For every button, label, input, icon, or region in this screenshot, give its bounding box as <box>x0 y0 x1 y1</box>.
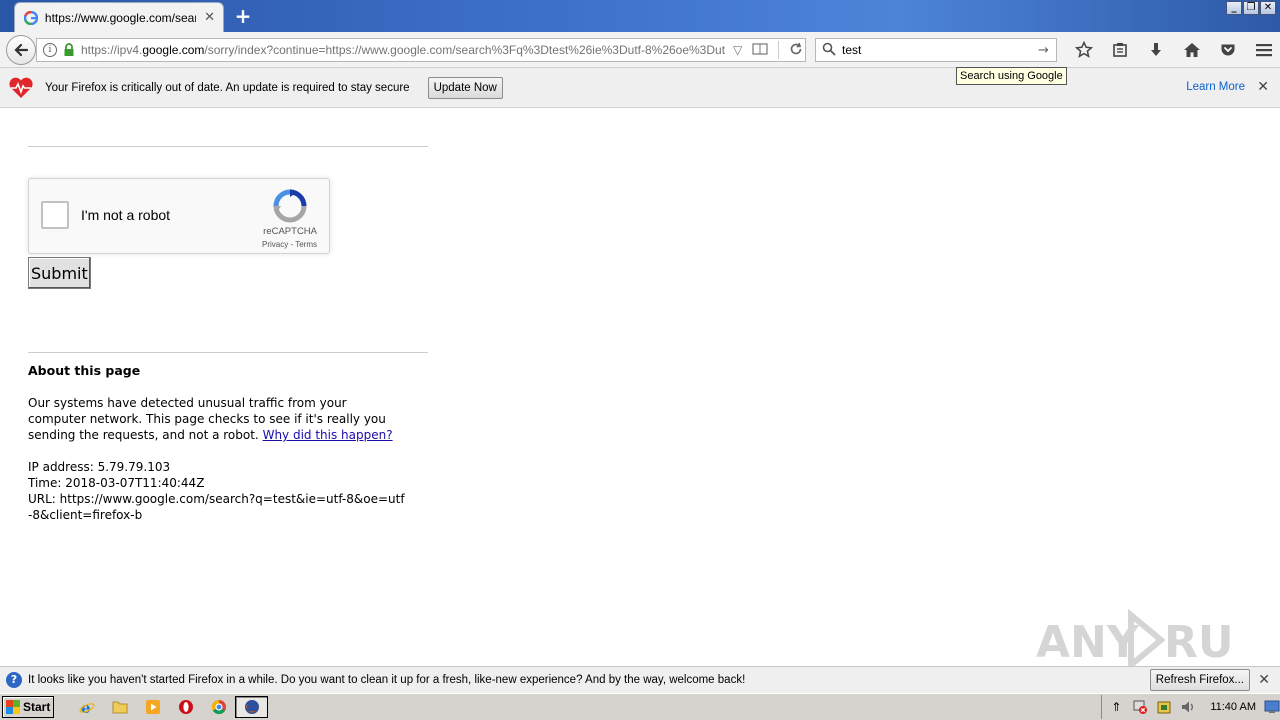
network-warning-icon[interactable] <box>1132 699 1148 715</box>
start-label: Start <box>23 700 51 714</box>
restore-icon[interactable]: ❐ <box>1243 1 1259 15</box>
request-time: Time: 2018-03-07T11:40:44Z <box>28 476 205 490</box>
folder-icon[interactable] <box>103 696 136 718</box>
url-domain: google.com <box>142 43 205 57</box>
recaptcha-checkbox[interactable] <box>41 201 69 229</box>
update-notification-bar: Your Firefox is critically out of date. … <box>0 68 1280 108</box>
learn-more-link[interactable]: Learn More <box>1186 81 1245 93</box>
system-tray: ⇑ 11:40 AM <box>1101 695 1280 719</box>
refresh-firefox-button[interactable]: Refresh Firefox... <box>1149 669 1250 691</box>
security-tray-icon[interactable] <box>1156 699 1172 715</box>
recaptcha-label: I'm not a robot <box>81 207 171 223</box>
back-arrow-icon <box>14 43 29 57</box>
url-prefix: https://ipv4. <box>81 43 143 57</box>
request-details: IP address: 5.79.79.103 Time: 2018-03-07… <box>28 459 408 523</box>
downloads-icon[interactable] <box>1138 38 1174 62</box>
volume-icon[interactable] <box>1180 699 1196 715</box>
lock-icon <box>63 43 75 57</box>
back-button[interactable] <box>6 35 36 65</box>
search-input[interactable] <box>842 43 1032 57</box>
tab-close-icon[interactable]: ✕ <box>204 10 215 25</box>
pocket-icon[interactable] <box>1210 38 1246 62</box>
divider <box>28 352 428 353</box>
minimize-icon[interactable]: _ <box>1226 1 1242 15</box>
start-button[interactable]: Start <box>2 696 54 718</box>
browser-tab[interactable]: https://www.google.com/search?q=test ✕ <box>14 2 224 32</box>
firefox-icon[interactable] <box>235 696 268 718</box>
google-favicon-icon <box>23 10 39 26</box>
search-bar[interactable]: → <box>815 38 1057 62</box>
url-text[interactable]: https://ipv4.google.com/sorry/index?cont… <box>81 43 725 57</box>
reader-view-icon[interactable] <box>752 42 768 58</box>
bookmarks-menu-icon[interactable] <box>1102 38 1138 62</box>
opera-icon[interactable] <box>169 696 202 718</box>
window-controls: _ ❐ ✕ <box>1226 1 1276 15</box>
refresh-infobar: ? It looks like you haven't started Fire… <box>0 666 1280 693</box>
windows-logo-icon <box>6 700 20 714</box>
submit-button[interactable]: Submit <box>28 257 91 289</box>
ie-icon[interactable]: e <box>70 696 103 718</box>
about-title: About this page <box>28 363 141 378</box>
tab-title: https://www.google.com/search?q=test <box>44 10 197 25</box>
request-url: URL: https://www.google.com/search?q=tes… <box>28 492 405 522</box>
update-message: Your Firefox is critically out of date. … <box>45 81 410 94</box>
page-content: I'm not a robot reCAPTCHA Privacy - Term… <box>0 109 1280 672</box>
close-icon[interactable]: ✕ <box>1257 79 1269 95</box>
ip-address: IP address: 5.79.79.103 <box>28 460 171 474</box>
about-text: Our systems have detected unusual traffi… <box>28 395 408 443</box>
taskbar-clock: 11:40 AM <box>1210 701 1256 713</box>
update-now-button[interactable]: Update Now <box>427 76 503 99</box>
recaptcha-terms-link[interactable]: Privacy - Terms <box>262 240 317 249</box>
show-desktop-icon[interactable] <box>1264 699 1280 715</box>
title-bar: https://www.google.com/search?q=test ✕ +… <box>0 0 1280 32</box>
search-icon <box>822 42 836 59</box>
media-player-icon[interactable] <box>136 696 169 718</box>
taskbar: Start e ⇑ 11:40 AM <box>0 693 1280 720</box>
chrome-icon[interactable] <box>202 696 235 718</box>
bookmark-star-icon[interactable] <box>1066 38 1102 62</box>
divider <box>28 146 428 147</box>
reload-icon[interactable] <box>789 42 803 59</box>
recaptcha-widget: I'm not a robot reCAPTCHA Privacy - Term… <box>28 178 330 254</box>
anyrun-watermark-logo: ANY RUN <box>1036 608 1236 672</box>
url-bar[interactable]: i https://ipv4.google.com/sorry/index?co… <box>36 38 806 62</box>
close-window-icon[interactable]: ✕ <box>1260 1 1276 15</box>
question-icon: ? <box>6 672 22 688</box>
dropdown-arrow-icon[interactable]: ▽ <box>733 43 742 57</box>
site-info-icon[interactable]: i <box>43 43 57 57</box>
url-suffix: /sorry/index?continue=https://www.google… <box>204 43 725 57</box>
infobar-message: It looks like you haven't started Firefo… <box>28 674 746 686</box>
search-go-icon[interactable]: → <box>1038 43 1049 58</box>
recaptcha-logo-icon <box>273 189 307 223</box>
quick-launch: e <box>70 696 268 718</box>
svg-text:RUN: RUN <box>1164 617 1236 668</box>
heartbeat-icon <box>8 77 34 99</box>
svg-text:ANY: ANY <box>1036 617 1140 668</box>
tray-expand-icon[interactable]: ⇑ <box>1108 699 1124 715</box>
why-link[interactable]: Why did this happen? <box>263 428 393 442</box>
recaptcha-brand: reCAPTCHA <box>263 226 317 237</box>
close-icon[interactable]: ✕ <box>1258 672 1270 688</box>
toolbar-buttons <box>1066 38 1280 62</box>
hamburger-menu-icon[interactable] <box>1246 38 1280 62</box>
search-tooltip: Search using Google <box>956 67 1067 85</box>
new-tab-icon[interactable]: + <box>232 5 254 27</box>
url-separator <box>778 41 780 59</box>
nav-bar: i https://ipv4.google.com/sorry/index?co… <box>0 32 1280 68</box>
home-icon[interactable] <box>1174 38 1210 62</box>
